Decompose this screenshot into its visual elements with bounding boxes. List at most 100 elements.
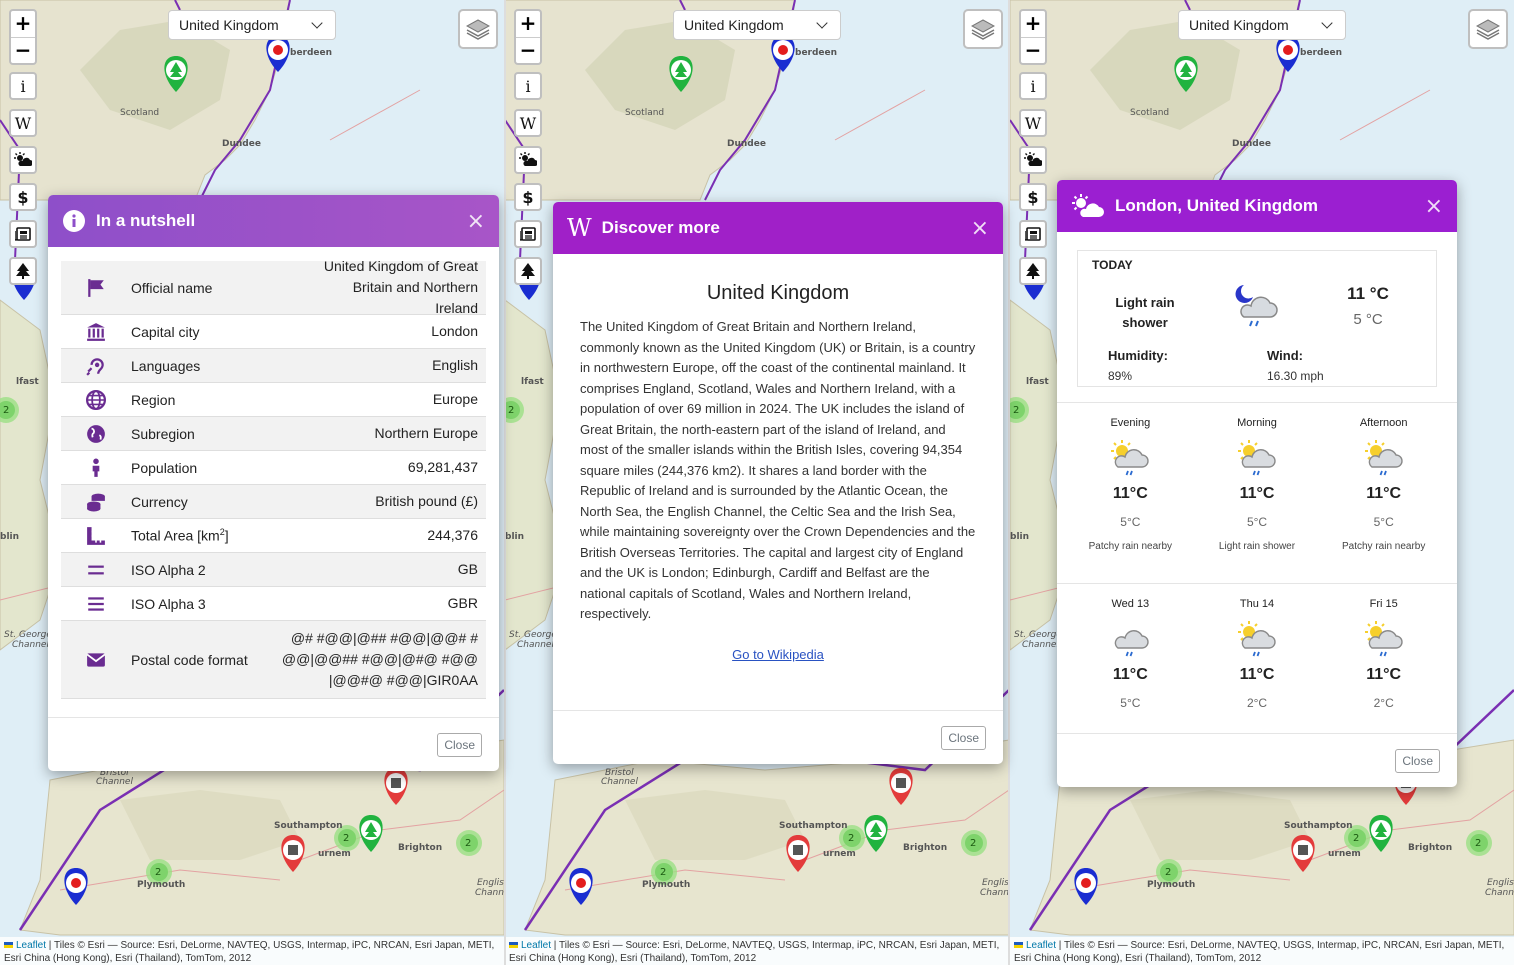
nutshell-modal-title: In a nutshell xyxy=(96,211,196,230)
wikipedia-button[interactable]: W xyxy=(9,109,37,137)
close-icon[interactable]: × xyxy=(467,209,485,234)
info-button[interactable]: i xyxy=(514,72,542,100)
landmarks-button[interactable] xyxy=(1019,257,1047,285)
zoom-in-button[interactable]: + xyxy=(1021,11,1045,37)
forecast-period-icon xyxy=(1108,437,1152,482)
close-button[interactable]: Close xyxy=(941,725,986,750)
layers-button[interactable] xyxy=(458,9,498,49)
leaflet-link[interactable]: Leaflet xyxy=(1026,940,1056,951)
info-row: Total Area [km2] 244,376 xyxy=(61,519,486,553)
layers-icon xyxy=(1476,19,1500,40)
today-weather-card: TODAY Light rain shower 11 °C 5 °C Humid… xyxy=(1077,250,1437,387)
zoom-out-button[interactable]: − xyxy=(516,37,540,63)
close-icon[interactable]: × xyxy=(971,216,989,241)
currency-button[interactable]: $ xyxy=(514,183,542,211)
landmarks-button[interactable] xyxy=(9,257,37,285)
leaflet-link[interactable]: Leaflet xyxy=(16,940,46,951)
info-circle-icon xyxy=(63,210,85,232)
sun-cloud-rain-icon xyxy=(1238,621,1276,657)
flag-icon xyxy=(88,278,104,297)
zoom-control: + − xyxy=(1019,9,1047,65)
zoom-in-button[interactable]: + xyxy=(11,11,35,37)
country-select[interactable]: United Kingdom xyxy=(673,10,841,40)
country-select[interactable]: United Kingdom xyxy=(168,10,336,40)
forecast-day-icon xyxy=(1362,618,1406,663)
info-row-icon-cell xyxy=(61,492,131,512)
landmarks-button[interactable] xyxy=(514,257,542,285)
info-row-icon-cell xyxy=(61,322,131,342)
forecast-period-high: 11°C xyxy=(1112,485,1148,502)
info-row-label-text: ISO Alpha 3 xyxy=(131,595,206,612)
today-description-line: Light rain xyxy=(1115,295,1175,310)
map-label: Southampton xyxy=(779,821,848,831)
country-select[interactable]: United Kingdom xyxy=(1178,10,1346,40)
weather-modal-footer: Close xyxy=(1057,733,1457,787)
map-label: lfast xyxy=(16,377,39,387)
forecast-periods: Evening 11°C 5°C Patchy rain nearby Morning 1… xyxy=(1067,417,1447,567)
info-row-value: London xyxy=(431,323,478,339)
info-row-icon-cell xyxy=(61,458,131,478)
currency-button[interactable]: $ xyxy=(9,183,37,211)
ruler-icon xyxy=(87,526,105,545)
weather-button[interactable] xyxy=(9,146,37,174)
app-root: Scotland Dundee berdeen lfast blin St. G… xyxy=(0,0,1514,965)
close-icon[interactable]: × xyxy=(1425,194,1443,219)
wikipedia-button[interactable]: W xyxy=(1019,109,1047,137)
cluster-count: 2 xyxy=(465,838,472,849)
info-row-label: Subregion xyxy=(131,426,271,442)
cluster-count: 2 xyxy=(848,833,855,844)
zoom-control: + − xyxy=(514,9,542,65)
wikipedia-icon: W xyxy=(567,214,592,242)
map-label: Dundee xyxy=(222,139,261,149)
wind-label: Wind: xyxy=(1267,348,1303,363)
wikipedia-link[interactable]: Go to Wikipedia xyxy=(553,647,1003,662)
forecast-day-low: 2°C xyxy=(1373,696,1394,710)
info-row-label-text: Capital city xyxy=(131,323,200,340)
ukraine-flag-icon xyxy=(509,942,518,948)
zoom-in-button[interactable]: + xyxy=(516,11,540,37)
info-icon: i xyxy=(525,76,531,96)
country-select-value: United Kingdom xyxy=(684,17,784,33)
weather-modal-header: London, United Kingdom × xyxy=(1057,180,1457,232)
layers-button[interactable] xyxy=(963,9,1003,49)
cluster-count: 2 xyxy=(343,833,350,844)
info-row: Postal code format @# #@@|@## #@@|@@# #@@… xyxy=(61,621,486,699)
info-row-label-text: Postal code format xyxy=(131,651,248,668)
close-button[interactable]: Close xyxy=(437,732,482,757)
forecast-period-low: 5°C xyxy=(1246,515,1268,529)
map-label: Southampton xyxy=(1284,821,1353,831)
zoom-out-button[interactable]: − xyxy=(11,37,35,63)
leaflet-link[interactable]: Leaflet xyxy=(521,940,551,951)
map-label: lfast xyxy=(1026,377,1049,387)
news-button[interactable] xyxy=(9,220,37,248)
forecast-period: Afternoon 11°C 5°C Patchy rain nearby xyxy=(1320,417,1447,567)
map-label: urnem xyxy=(318,849,351,859)
zoom-out-button[interactable]: − xyxy=(1021,37,1045,63)
nutshell-modal-header: In a nutshell × xyxy=(48,195,499,247)
tiles-attribution: | Tiles © Esri — Source: Esri, DeLorme, … xyxy=(1014,940,1505,964)
info-row-label: Official name xyxy=(131,280,271,296)
weather-button[interactable] xyxy=(514,146,542,174)
country-select-value: United Kingdom xyxy=(1189,17,1289,33)
wikipedia-button[interactable]: W xyxy=(514,109,542,137)
sun-cloud-rain-icon xyxy=(1238,440,1276,476)
news-button[interactable] xyxy=(1019,220,1047,248)
map-label: Channel xyxy=(517,640,554,650)
map-label: English xyxy=(1487,878,1514,888)
map-label: urnem xyxy=(1328,849,1361,859)
info-row-label: ISO Alpha 3 xyxy=(131,596,271,612)
sun-cloud-icon xyxy=(519,152,537,166)
news-button[interactable] xyxy=(514,220,542,248)
info-button[interactable]: i xyxy=(9,72,37,100)
weather-modal-title: London, United Kingdom xyxy=(1115,196,1319,215)
info-row-label-text: Official name xyxy=(131,279,213,296)
weather-button[interactable] xyxy=(1019,146,1047,174)
forecast-day-name: Wed 13 xyxy=(1111,598,1150,610)
chevron-down-icon xyxy=(311,17,323,29)
layers-button[interactable] xyxy=(1468,9,1508,49)
wiki-modal: W Discover more × United Kingdom The Uni… xyxy=(553,202,1003,764)
forecast-day-name: Fri 15 xyxy=(1369,598,1398,610)
info-button[interactable]: i xyxy=(1019,72,1047,100)
currency-button[interactable]: $ xyxy=(1019,183,1047,211)
close-button[interactable]: Close xyxy=(1395,748,1440,773)
